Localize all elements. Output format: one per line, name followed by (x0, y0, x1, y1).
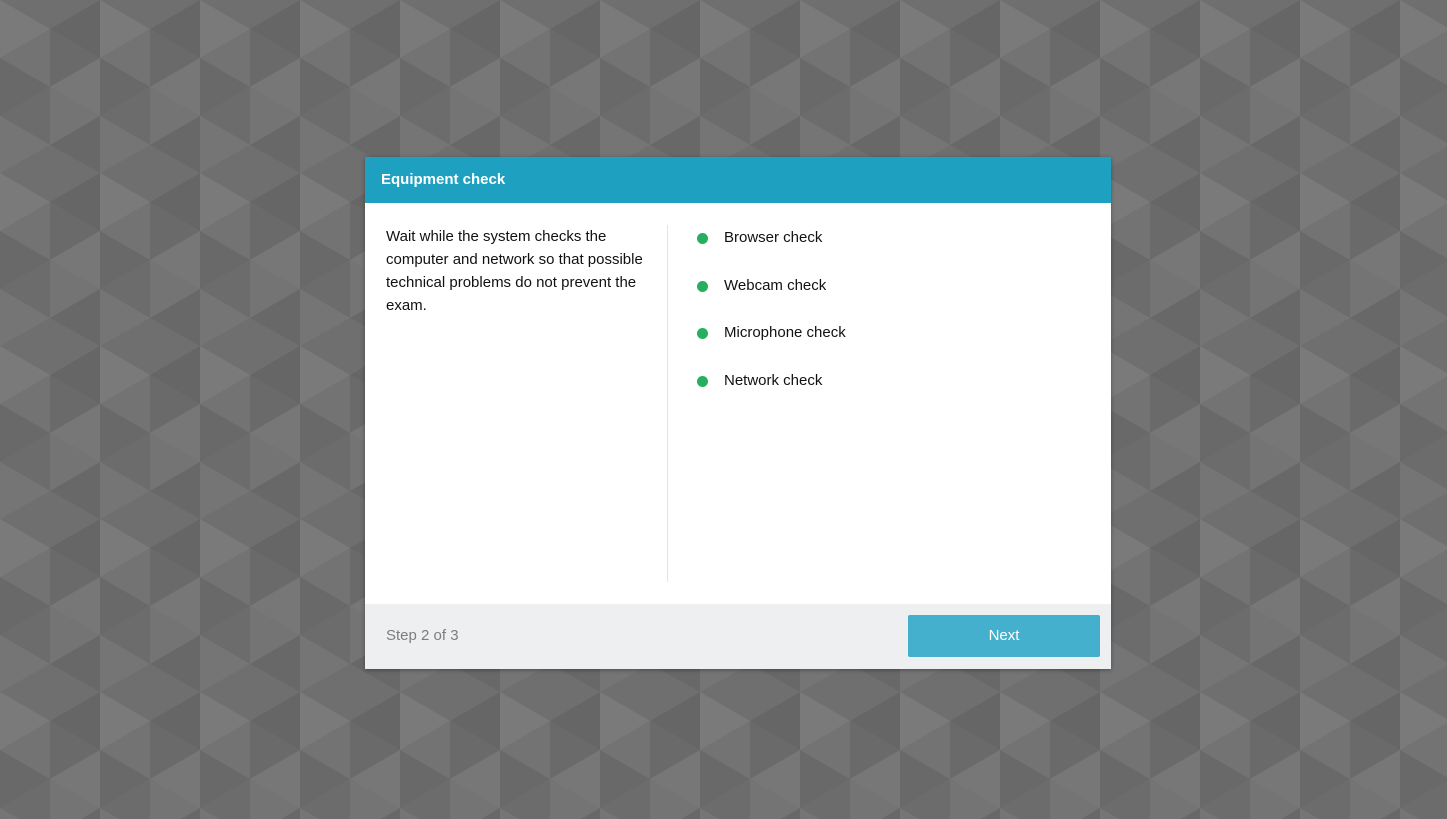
check-list: Browser check Webcam check Microphone ch… (697, 229, 846, 419)
next-button[interactable]: Next (908, 615, 1100, 657)
status-dot-icon (697, 328, 708, 339)
equipment-check-dialog: Equipment check Wait while the system ch… (365, 157, 1111, 669)
check-item-microphone: Microphone check (697, 324, 846, 372)
check-label: Network check (724, 371, 823, 389)
check-label: Webcam check (724, 276, 827, 294)
column-divider (667, 225, 668, 582)
check-label: Microphone check (724, 324, 846, 341)
check-label: Browser check (724, 229, 823, 246)
check-item-webcam: Webcam check (697, 277, 846, 325)
dialog-description: Wait while the system checks the compute… (386, 228, 643, 314)
step-indicator: Step 2 of 3 (386, 627, 459, 644)
check-item-network: Network check (697, 372, 846, 420)
status-dot-icon (697, 233, 708, 244)
dialog-footer: Step 2 of 3 Next (365, 604, 1111, 669)
status-dot-icon (697, 280, 708, 292)
dialog-body: Wait while the system checks the compute… (365, 203, 1111, 604)
status-dot-icon (697, 375, 708, 387)
check-item-browser: Browser check (697, 229, 846, 277)
dialog-title: Equipment check (365, 157, 1111, 203)
